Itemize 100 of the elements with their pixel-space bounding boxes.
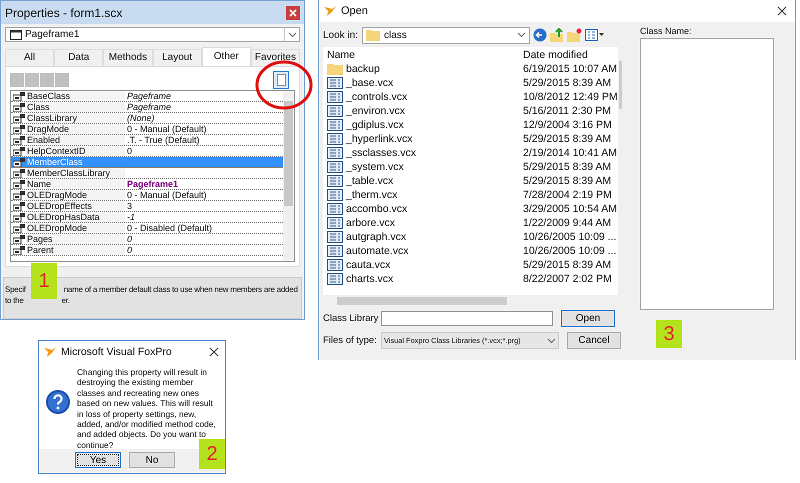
look-in-dropdown[interactable]: class bbox=[362, 26, 530, 44]
toolbar-button[interactable] bbox=[10, 72, 24, 87]
file-date: 5/29/2015 8:39 AM bbox=[523, 161, 612, 173]
property-value: (None) bbox=[126, 113, 156, 124]
property-value: Pageframe bbox=[126, 91, 172, 102]
new-folder-icon[interactable] bbox=[567, 28, 582, 42]
tab[interactable]: Layout bbox=[152, 49, 202, 66]
tab[interactable]: Other bbox=[202, 47, 251, 66]
description-text: er. bbox=[62, 295, 70, 306]
file-row[interactable]: charts.vcx 8/22/2007 2:02 PM bbox=[323, 272, 618, 286]
file-name: _system.vcx bbox=[346, 161, 404, 173]
column-header[interactable]: Date modified bbox=[523, 48, 588, 60]
object-dropdown[interactable]: Pageframe1 bbox=[5, 27, 300, 42]
class-library-field[interactable] bbox=[381, 311, 553, 326]
property-row[interactable]: DragMode 0 - Manual (Default) bbox=[11, 124, 283, 136]
property-icon bbox=[13, 212, 25, 222]
file-name: automate.vcx bbox=[346, 245, 408, 257]
close-icon[interactable] bbox=[209, 347, 219, 357]
folder-icon bbox=[366, 29, 380, 41]
up-folder-icon[interactable] bbox=[550, 28, 564, 42]
dropdown-arrow-icon bbox=[284, 28, 299, 42]
file-row[interactable]: _environ.vcx 5/16/2011 2:30 PM bbox=[323, 104, 618, 118]
property-name: Parent bbox=[27, 245, 125, 256]
property-value: 0 - Manual (Default) bbox=[126, 124, 208, 134]
file-name: charts.vcx bbox=[346, 273, 394, 285]
frame-icon bbox=[10, 30, 22, 40]
property-value: .T. - True (Default) bbox=[126, 135, 201, 146]
file-row[interactable]: _ssclasses.vcx 2/19/2014 10:41 AM bbox=[323, 146, 618, 160]
file-row[interactable]: _system.vcx 5/29/2015 8:39 AM bbox=[323, 160, 618, 174]
property-icon bbox=[13, 168, 25, 178]
property-name: MemberClassLibrary bbox=[27, 168, 125, 178]
property-row[interactable]: Name Pageframe1 bbox=[11, 179, 283, 190]
file-row[interactable]: _therm.vcx 7/28/2004 2:19 PM bbox=[323, 188, 618, 202]
close-button[interactable] bbox=[286, 6, 300, 20]
property-value: Pageframe1 bbox=[126, 179, 180, 190]
property-row[interactable]: Enabled .T. - True (Default) bbox=[11, 135, 283, 146]
property-value: Pageframe bbox=[126, 102, 172, 112]
back-icon[interactable] bbox=[533, 28, 547, 42]
property-row[interactable]: Parent 0 bbox=[11, 245, 283, 256]
file-date: 5/16/2011 2:30 PM bbox=[523, 105, 611, 117]
description-text: to the bbox=[5, 295, 24, 306]
property-icon bbox=[13, 246, 25, 255]
class-name-list[interactable] bbox=[640, 38, 774, 310]
file-date: 12/9/2004 3:16 PM bbox=[523, 119, 612, 131]
scrollbar[interactable] bbox=[283, 91, 294, 262]
property-value: 0 - Disabled (Default) bbox=[126, 223, 214, 234]
file-row[interactable]: autgraph.vcx 10/26/2005 10:09 ... bbox=[323, 230, 618, 244]
property-icon bbox=[13, 234, 25, 244]
property-name: OLEDropHasData bbox=[27, 212, 125, 222]
column-header[interactable]: Name bbox=[327, 48, 523, 60]
property-row[interactable]: OLEDropMode 0 - Disabled (Default) bbox=[11, 223, 283, 234]
file-row[interactable]: accombo.vcx 3/29/2005 10:54 AM bbox=[323, 202, 618, 216]
file-date: 10/26/2005 10:09 ... bbox=[523, 245, 616, 257]
tab[interactable]: All bbox=[5, 49, 54, 66]
file-row[interactable]: _base.vcx 5/29/2015 8:39 AM bbox=[323, 76, 618, 90]
property-icon bbox=[13, 190, 25, 200]
look-in-label: Look in: bbox=[323, 30, 359, 40]
file-name: _controls.vcx bbox=[346, 91, 408, 103]
open-button[interactable]: Open bbox=[561, 310, 615, 327]
file-row[interactable]: cauta.vcx 5/29/2015 8:39 AM bbox=[323, 258, 618, 272]
tab[interactable]: Data bbox=[54, 49, 104, 66]
fox-icon bbox=[323, 5, 337, 17]
file-row[interactable]: _table.vcx 5/29/2015 8:39 AM bbox=[323, 174, 618, 188]
file-name: _therm.vcx bbox=[346, 189, 398, 201]
question-icon bbox=[45, 389, 71, 415]
file-date: 5/29/2015 8:39 AM bbox=[523, 77, 612, 89]
file-row[interactable]: automate.vcx 10/26/2005 10:09 ... bbox=[323, 244, 618, 258]
dialog-button[interactable]: No bbox=[129, 452, 175, 468]
file-row[interactable]: _hyperlink.vcx 5/29/2015 8:39 AM bbox=[323, 132, 618, 146]
file-date: 1/22/2009 9:44 AM bbox=[523, 217, 612, 229]
property-row[interactable]: ClassLibrary (None) bbox=[11, 113, 283, 124]
property-row[interactable]: OLEDropEffects 3 bbox=[11, 201, 283, 212]
toolbar-button[interactable] bbox=[25, 72, 39, 87]
cancel-button[interactable]: Cancel bbox=[567, 332, 621, 349]
file-name: backup bbox=[346, 63, 380, 75]
view-menu-icon[interactable] bbox=[585, 29, 605, 41]
property-icon bbox=[13, 224, 25, 233]
callout-number: 1 bbox=[31, 263, 57, 299]
property-row[interactable]: Class Pageframe bbox=[11, 102, 283, 114]
file-row[interactable]: _gdiplus.vcx 12/9/2004 3:16 PM bbox=[323, 118, 618, 132]
property-row[interactable]: OLEDragMode 0 - Manual (Default) bbox=[11, 190, 283, 202]
file-row[interactable]: backup 6/19/2015 10:07 AM bbox=[323, 62, 618, 76]
property-name: OLEDropEffects bbox=[27, 201, 125, 212]
property-name: Name bbox=[27, 179, 125, 190]
window-title: Properties - form1.scx bbox=[5, 6, 124, 20]
tab[interactable]: Methods bbox=[103, 49, 153, 66]
file-name: _gdiplus.vcx bbox=[346, 119, 404, 131]
property-name: HelpContextID bbox=[27, 146, 125, 156]
file-date: 6/19/2015 10:07 AM bbox=[523, 63, 617, 75]
property-row[interactable]: BaseClass Pageframe bbox=[11, 91, 283, 102]
toolbar-button[interactable] bbox=[55, 72, 69, 87]
toolbar-button[interactable] bbox=[40, 72, 54, 87]
dialog-button[interactable]: Yes bbox=[75, 452, 121, 468]
property-row[interactable]: Pages 0 bbox=[11, 234, 283, 246]
property-icon bbox=[13, 158, 25, 167]
file-row[interactable]: arbore.vcx 1/22/2009 9:44 AM bbox=[323, 216, 618, 230]
zoom-button[interactable] bbox=[273, 70, 289, 89]
file-row[interactable]: _controls.vcx 10/8/2012 12:49 PM bbox=[323, 90, 618, 104]
file-date: 8/22/2007 2:02 PM bbox=[523, 273, 612, 285]
close-icon[interactable] bbox=[777, 6, 787, 16]
